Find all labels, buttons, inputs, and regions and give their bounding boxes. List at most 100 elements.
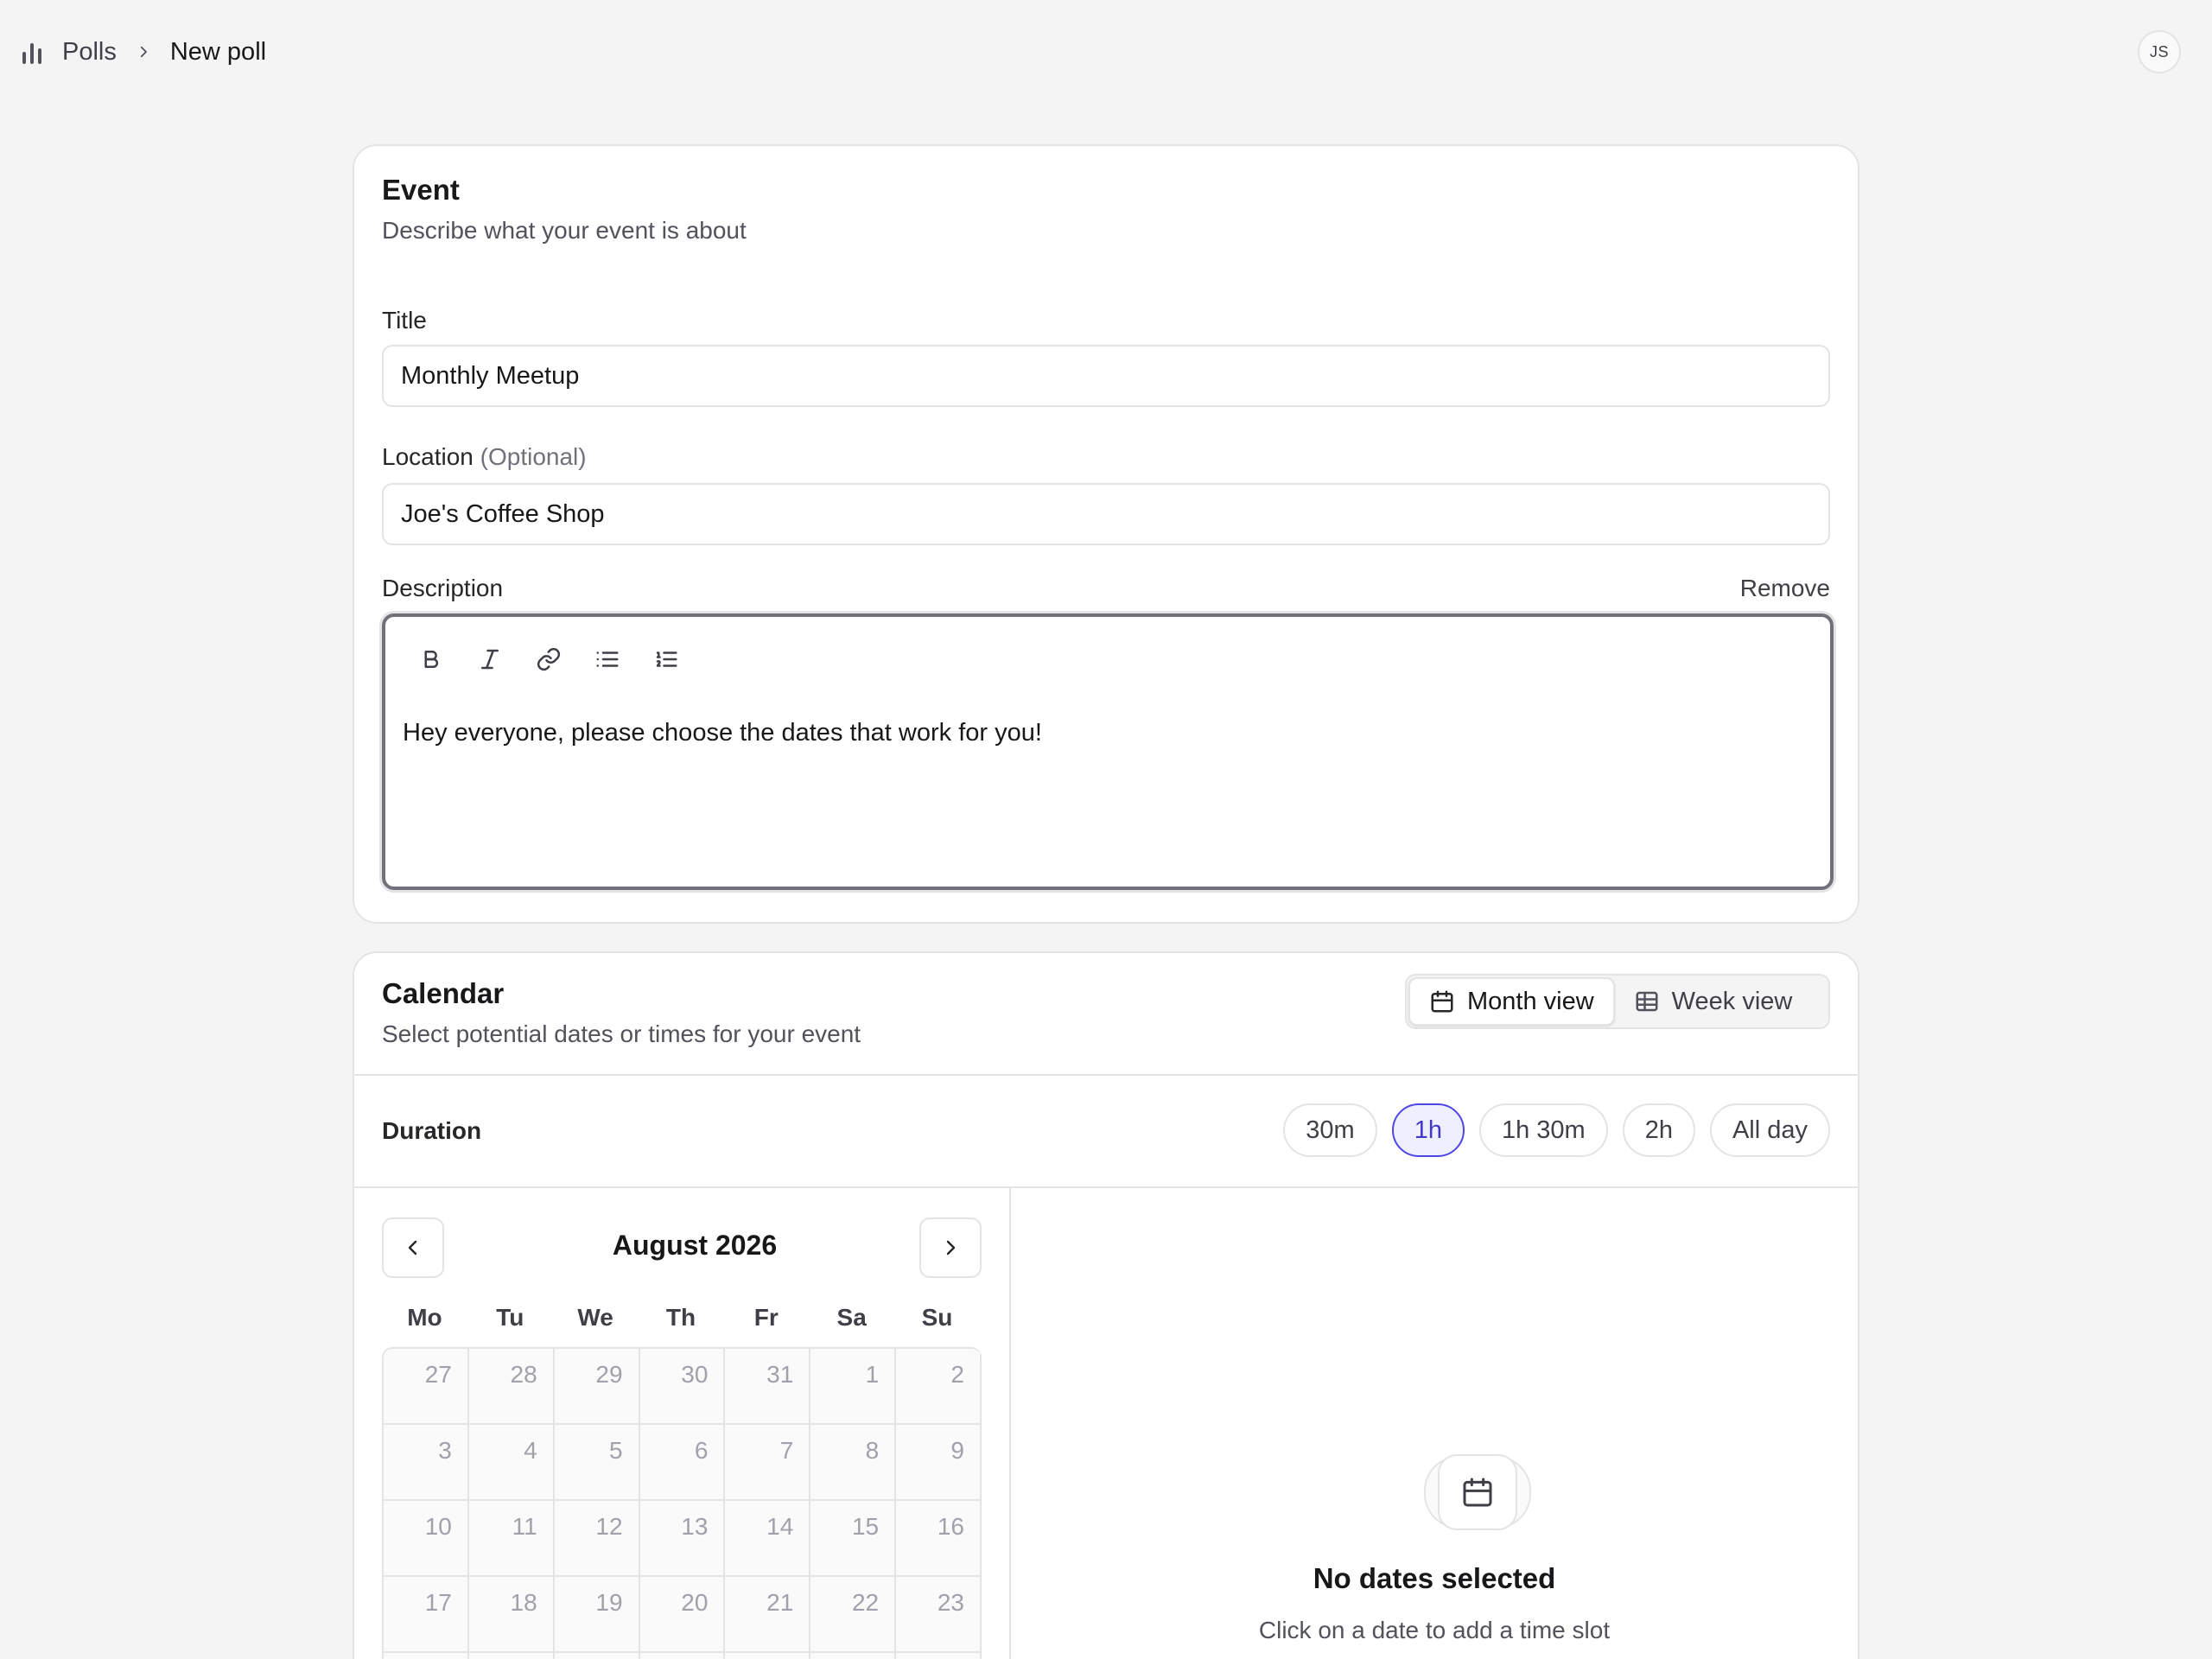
chevron-right-icon: [946, 1240, 956, 1255]
calendar-day[interactable]: 23: [896, 1577, 982, 1653]
italic-button[interactable]: [474, 643, 506, 676]
duration-option[interactable]: 30m: [1283, 1103, 1377, 1157]
empty-state-icon-tile: [1438, 1454, 1517, 1530]
weekday-label: Mo: [407, 1304, 442, 1331]
calendar-day[interactable]: 10: [384, 1501, 469, 1577]
calendar-day[interactable]: 29: [554, 1349, 640, 1425]
duration-option[interactable]: All day: [1709, 1103, 1830, 1157]
event-card-subtitle: Describe what your event is about: [382, 217, 747, 244]
calendar-card: Calendar Select potential dates or times…: [353, 951, 1859, 1659]
link-icon: [537, 647, 561, 671]
event-card-title: Event: [382, 174, 460, 206]
calendar-day[interactable]: 21: [725, 1577, 811, 1653]
calendar-day[interactable]: 3: [384, 1425, 469, 1501]
calendar-day[interactable]: 9: [896, 1425, 982, 1501]
description-editor[interactable]: Hey everyone, please choose the dates th…: [382, 613, 1834, 890]
weekday-label: Th: [665, 1304, 696, 1331]
location-optional-text: (Optional): [480, 443, 587, 470]
month-view-label: Month view: [1467, 987, 1594, 1015]
calendar-day[interactable]: 22: [810, 1577, 897, 1653]
weekday-label: Fr: [753, 1304, 779, 1331]
calendar-day[interactable]: 30: [896, 1653, 982, 1659]
calendar-day[interactable]: 8: [810, 1425, 897, 1501]
empty-state-subtitle: Click on a date to add a time slot: [1258, 1617, 1611, 1643]
top-bar: Polls New poll JS: [0, 0, 2212, 104]
week-view-label: Week view: [1671, 987, 1793, 1015]
numbered-list-icon: [656, 652, 677, 667]
view-toggle: Month view Week view: [1405, 974, 1830, 1029]
title-label: Title: [382, 307, 427, 334]
duration-option[interactable]: 1h: [1391, 1103, 1465, 1157]
calendar-day[interactable]: 12: [554, 1501, 640, 1577]
description-text[interactable]: Hey everyone, please choose the dates th…: [403, 719, 1042, 747]
empty-state-illustration: [1424, 1454, 1531, 1530]
month-title: August 2026: [612, 1230, 778, 1261]
calendar-day[interactable]: 29: [810, 1653, 897, 1659]
editor-toolbar: [415, 643, 683, 676]
calendar-day[interactable]: 27: [640, 1653, 726, 1659]
calendar-day[interactable]: 31: [725, 1349, 811, 1425]
calendar-header-divider: [354, 1074, 1858, 1076]
event-card: Event Describe what your event is about …: [353, 144, 1859, 924]
previous-month-button[interactable]: [382, 1217, 444, 1278]
month-view-button[interactable]: Month view: [1408, 977, 1615, 1026]
calendar-day[interactable]: 30: [639, 1349, 726, 1425]
weekday-label: Sa: [836, 1304, 867, 1331]
location-input[interactable]: [382, 483, 1830, 545]
bullet-list-icon: [596, 652, 619, 667]
calendar-day[interactable]: 1: [810, 1349, 897, 1425]
duration-option[interactable]: 2h: [1622, 1103, 1695, 1157]
calendar-day[interactable]: 18: [468, 1577, 555, 1653]
calendar-day[interactable]: 27: [384, 1349, 469, 1425]
calendar-day[interactable]: 2: [896, 1349, 982, 1425]
calendar-day[interactable]: 19: [554, 1577, 640, 1653]
description-label: Description: [382, 575, 504, 601]
calendar-day[interactable]: 26: [555, 1653, 640, 1659]
next-month-button[interactable]: [919, 1217, 982, 1278]
calendar-icon: [1431, 990, 1453, 1013]
calendar-day[interactable]: 20: [639, 1577, 726, 1653]
duration-divider: [354, 1186, 1858, 1188]
calendar-card-subtitle: Select potential dates or times for your…: [382, 1020, 861, 1047]
calendar-day[interactable]: 28: [468, 1349, 555, 1425]
breadcrumb-polls-link[interactable]: Polls: [62, 38, 117, 67]
user-avatar[interactable]: JS: [2138, 30, 2181, 73]
link-button[interactable]: [532, 643, 565, 676]
bold-icon: [424, 651, 439, 668]
weekday-label: We: [577, 1304, 613, 1331]
bullet-list-button[interactable]: [591, 643, 624, 676]
empty-state-title: No dates selected: [1313, 1562, 1556, 1594]
duration-label: Duration: [382, 1117, 482, 1144]
location-label-text: Location: [382, 443, 474, 470]
calendar-day[interactable]: 25: [469, 1653, 555, 1659]
calendar-day[interactable]: 15: [810, 1501, 897, 1577]
duration-option[interactable]: 1h 30m: [1478, 1103, 1608, 1157]
calendar-icon: [1463, 1478, 1492, 1507]
calendar-day[interactable]: 17: [384, 1577, 469, 1653]
weekday-header: Mo Tu We Th Fr Sa Su: [382, 1304, 980, 1332]
breadcrumb-current: New poll: [169, 37, 267, 66]
calendar-day[interactable]: 13: [639, 1501, 726, 1577]
italic-icon: [481, 649, 499, 670]
title-input[interactable]: [382, 345, 1830, 407]
calendar-day[interactable]: 14: [725, 1501, 811, 1577]
chevron-right-icon: [132, 41, 155, 63]
weekday-label: Su: [921, 1304, 953, 1331]
calendar-card-title: Calendar: [382, 977, 505, 1009]
chevron-left-icon: [408, 1240, 417, 1255]
numbered-list-button[interactable]: [650, 643, 683, 676]
calendar-day[interactable]: 11: [468, 1501, 555, 1577]
calendar-day[interactable]: 7: [725, 1425, 811, 1501]
bar-chart-icon: [22, 40, 47, 64]
calendar-day[interactable]: 4: [468, 1425, 555, 1501]
table-grid-icon: [1636, 991, 1658, 1012]
remove-description-link[interactable]: Remove: [1740, 575, 1830, 602]
calendar-day[interactable]: 28: [725, 1653, 811, 1659]
bold-button[interactable]: [415, 643, 448, 676]
calendar-day[interactable]: 6: [639, 1425, 726, 1501]
week-view-button[interactable]: Week view: [1615, 977, 1812, 1026]
breadcrumb: Polls New poll: [22, 33, 266, 71]
calendar-day[interactable]: 5: [554, 1425, 640, 1501]
calendar-day[interactable]: 24: [384, 1653, 469, 1659]
calendar-day[interactable]: 16: [896, 1501, 982, 1577]
